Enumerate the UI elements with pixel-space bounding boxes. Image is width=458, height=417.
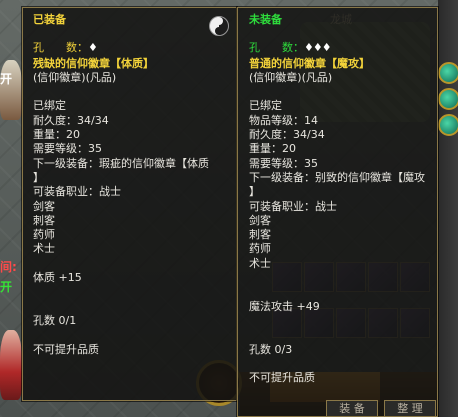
equip-button[interactable]: 装 备 <box>326 400 378 417</box>
right-toolbar <box>438 0 458 417</box>
toolbar-round-button[interactable] <box>438 114 458 136</box>
classes-label: 可装备职业：战士 <box>249 199 337 213</box>
classes-label: 可装备职业：战士 <box>33 185 121 199</box>
class-item: 刺客 <box>249 228 271 242</box>
yin-yang-icon <box>209 16 229 36</box>
unequipped-item-tooltip: 未装备 孔 数：♦♦♦ 普通的信仰徽章【魔攻】 (信仰徽章)(凡品) 已绑定 物… <box>237 7 438 417</box>
weight: 重量：20 <box>33 128 80 142</box>
hole-count: 孔数 0/1 <box>33 313 77 327</box>
attribute-bonus: 体质 +15 <box>33 271 82 285</box>
next-equip-cont: 】 <box>33 170 44 184</box>
equipped-item-tooltip: 已装备 孔 数：♦ 残缺的信仰徽章【体质】 (信仰徽章)(凡品) 已绑定 耐久度… <box>22 7 237 401</box>
bound-status: 已绑定 <box>249 99 282 113</box>
character-sprite[interactable] <box>0 60 22 120</box>
weight: 重量：20 <box>249 142 296 156</box>
equip-state-label: 未装备 <box>249 13 282 26</box>
holes-row: 孔 数：♦ <box>33 41 236 55</box>
character-sprite[interactable] <box>0 330 22 400</box>
toolbar-round-button[interactable] <box>438 88 458 110</box>
sort-button[interactable]: 整 理 <box>384 400 436 417</box>
scene-text: 开 <box>0 280 13 294</box>
class-item: 剑客 <box>249 213 271 227</box>
class-item: 药师 <box>249 242 271 256</box>
bound-status: 已绑定 <box>33 99 66 113</box>
required-level: 需要等级：35 <box>33 142 102 156</box>
next-equip: 下一级装备：瑕疵的信仰徽章【体质 <box>33 156 209 170</box>
item-level: 物品等级：14 <box>249 113 318 127</box>
toolbar-round-button[interactable] <box>438 62 458 84</box>
holes-label: 孔 数： <box>249 41 304 55</box>
item-type: (信仰徽章)(凡品) <box>249 70 333 84</box>
equip-state-label: 已装备 <box>33 13 66 26</box>
durability: 耐久度：34/34 <box>33 113 109 127</box>
holes-row: 孔 数：♦♦♦ <box>249 41 437 55</box>
inventory-buttons: 装 备 整 理 <box>326 400 438 417</box>
hole-count: 孔数 0/3 <box>249 342 293 356</box>
next-equip: 下一级装备：别致的信仰徽章【魔攻 <box>249 170 425 184</box>
next-equip-cont: 】 <box>249 185 260 199</box>
item-name: 残缺的信仰徽章【体质】 <box>33 56 154 70</box>
upgrade-status: 不可提升品质 <box>249 371 315 385</box>
class-item: 刺客 <box>33 213 55 227</box>
scene-text: 间: <box>0 260 17 274</box>
upgrade-status: 不可提升品质 <box>33 342 99 356</box>
scene-text: 开 <box>0 72 13 86</box>
class-item: 术士 <box>249 256 271 270</box>
class-item: 术士 <box>33 242 55 256</box>
durability: 耐久度：34/34 <box>249 128 325 142</box>
item-type: (信仰徽章)(凡品) <box>33 70 117 84</box>
holes-label: 孔 数： <box>33 41 88 55</box>
class-item: 药师 <box>33 228 55 242</box>
gem-icon: ♦♦♦ <box>304 41 332 55</box>
gem-icon: ♦ <box>88 41 98 55</box>
item-name: 普通的信仰徽章【魔攻】 <box>249 56 370 70</box>
attribute-bonus: 魔法攻击 +49 <box>249 299 320 313</box>
required-level: 需要等级：35 <box>249 156 318 170</box>
class-item: 剑客 <box>33 199 55 213</box>
